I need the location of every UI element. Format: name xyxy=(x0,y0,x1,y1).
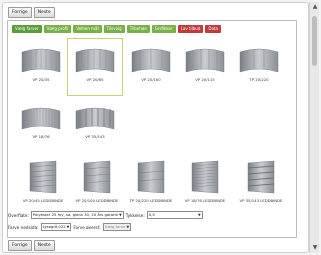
profile-card[interactable]: VP 20/35 xyxy=(18,44,64,82)
trapezoid-sheet-icon xyxy=(131,48,171,73)
chevron-down-icon: ▼ xyxy=(126,225,130,229)
profile-card[interactable]: TP 20/220 xyxy=(236,44,282,82)
farve-row: Farve nedsida: Lysegrå 022 ▼ Farve øvers… xyxy=(8,223,132,231)
step-tabs: Vælg farver Vælg profil Velhen mål Tilsv… xyxy=(12,25,221,33)
profile-label: VP 18/76 xyxy=(32,134,50,139)
profile-card[interactable]: TP 20/220 LEDDBINDE xyxy=(126,159,176,203)
tykkelse-select[interactable]: 0,5 ▼ xyxy=(146,211,203,219)
scroll-up-icon[interactable]: ▲ xyxy=(310,2,320,12)
farve-nedsida-select[interactable]: Lysegrå 022 ▼ xyxy=(40,223,72,231)
chevron-down-icon: ▼ xyxy=(119,213,122,217)
back-button[interactable]: Forrige xyxy=(8,240,32,251)
corrugated-sheet-icon xyxy=(21,107,61,130)
profile-label: VP 18/76 LEDDBINDE xyxy=(184,198,226,203)
profile-card[interactable]: VP 18/76 LEDDBINDE xyxy=(180,159,230,203)
farve-nedsida-label: Farve nedsida: xyxy=(8,224,39,230)
configurator-panel: Vælg farver Vælg profil Velhen mål Tilsv… xyxy=(7,20,297,238)
profile-label: VP 20/65 xyxy=(86,77,104,82)
chevron-down-icon: ▼ xyxy=(198,213,201,217)
corrugated-sheet-icon xyxy=(75,107,115,130)
profile-label: VP 20/100 LEDDBINDE xyxy=(75,198,119,203)
scroll-thumb[interactable] xyxy=(312,16,317,66)
tab-velg-profil[interactable]: Vælg profil xyxy=(43,25,72,33)
next-button[interactable]: Neste xyxy=(33,240,55,251)
chevron-down-icon: ▼ xyxy=(66,225,70,229)
tab-grafikker[interactable]: Grsfikker xyxy=(151,25,176,33)
tab-tilsvaig[interactable]: Tilsvaig xyxy=(103,25,125,33)
profile-label: VP 20/45 LEDDBINDE xyxy=(22,198,64,203)
overflate-row: Overflate: Polyester 25 my, sa. glans 30… xyxy=(8,211,203,219)
trapezoid-sheet-icon xyxy=(185,48,225,73)
profile-card[interactable]: VP 20/115 xyxy=(182,44,228,82)
profile-label: VP 20/35 xyxy=(32,77,50,82)
tab-tilbehor[interactable]: Tilbehøe xyxy=(126,25,150,33)
leddbinde-panel-icon xyxy=(247,160,275,194)
farve-overst-select[interactable]: Vælg farve ▼ xyxy=(102,223,132,231)
profile-card[interactable]: VP 35/143 xyxy=(72,103,118,139)
leddbinde-panel-icon xyxy=(29,160,57,194)
tab-data[interactable]: Data xyxy=(205,25,221,33)
leddbinde-panel-icon xyxy=(83,160,111,194)
tab-velg-farver[interactable]: Vælg farver xyxy=(12,25,42,33)
profile-label: TP 20/220 LEDDBINDE xyxy=(129,198,173,203)
profile-card[interactable]: VP 35/143 LEDDBINDE xyxy=(234,159,288,203)
scroll-down-icon[interactable]: ▼ xyxy=(310,243,320,253)
top-nav: Forrige Neste xyxy=(8,7,55,18)
leddbinde-panel-icon xyxy=(137,160,165,194)
back-button[interactable]: Forrige xyxy=(8,7,32,18)
profile-label: TP 20/220 xyxy=(249,77,269,82)
profile-card[interactable]: VP 20/100 LEDDBINDE xyxy=(72,159,122,203)
tab-mal[interactable]: Velhen mål xyxy=(73,25,102,33)
tab-lav-tilbud[interactable]: Lav tilbud xyxy=(177,25,204,33)
overflate-select[interactable]: Polyester 25 my, sa. glans 30, 20 års ga… xyxy=(30,211,124,219)
farve-overst-label: Farve øverst: xyxy=(73,224,101,230)
profile-card[interactable]: VP 20/45 LEDDBINDE xyxy=(18,159,68,203)
bottom-nav: Forrige Neste xyxy=(8,240,55,251)
corrugated-sheet-icon xyxy=(21,48,61,73)
profile-label: VP 20/115 xyxy=(195,77,215,82)
profile-label: VP 20/100 xyxy=(141,77,161,82)
overflate-label: Overflate: xyxy=(8,212,29,218)
profile-card[interactable]: VP 18/76 xyxy=(18,103,64,139)
profile-card[interactable]: VP 20/100 xyxy=(128,44,174,82)
leddbinde-panel-icon xyxy=(191,160,219,194)
vertical-scrollbar[interactable]: ▲ ▼ xyxy=(309,2,319,253)
profile-label: VP 35/143 xyxy=(85,134,105,139)
profile-label: VP 35/143 LEDDBINDE xyxy=(239,198,283,203)
trapezoid-sheet-icon xyxy=(75,48,115,73)
next-button[interactable]: Neste xyxy=(33,7,55,18)
profile-card[interactable]: VP 20/65 xyxy=(72,44,118,82)
tykkelse-label: Tykkelse: xyxy=(125,212,145,218)
flat-panel-sheet-icon xyxy=(239,48,279,73)
